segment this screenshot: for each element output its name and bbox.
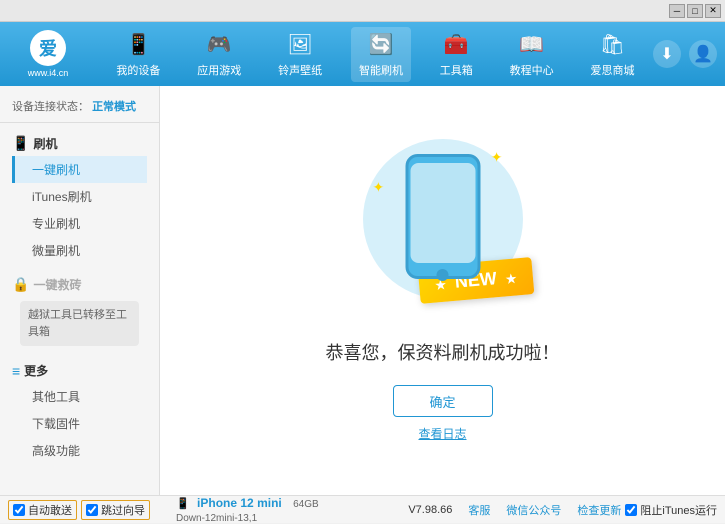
toolbox-icon: 🧰 — [442, 31, 470, 59]
nav-ringtone-label: 铃声壁纸 — [278, 62, 322, 78]
sparkle-1: ✦ — [491, 149, 503, 166]
check-update-link[interactable]: 检查更新 — [577, 502, 621, 518]
status-value: 正常模式 — [92, 101, 136, 113]
sidebar-other-tools[interactable]: 其他工具 — [12, 383, 147, 410]
rescue-info-box: 越狱工具已转移至工具箱 — [20, 301, 139, 346]
phone-home-button — [437, 269, 449, 281]
close-button[interactable]: ✕ — [705, 4, 721, 18]
nav-smart-flash[interactable]: 🔄 智能刷机 — [351, 27, 411, 82]
tutorials-icon: 📖 — [518, 31, 546, 59]
main-layout: 设备连接状态： 正常模式 📱 刷机 一键刷机 iTunes刷机 专业刷机 微量刷… — [0, 86, 725, 495]
nav-items: 📱 我的设备 🎮 应用游戏 🖼 铃声壁纸 🔄 智能刷机 🧰 工具箱 📖 教程中心… — [98, 27, 653, 82]
my-device-icon: 📱 — [124, 31, 152, 59]
device-info: 📱 iPhone 12 mini 64GB Down-12mini-13,1 — [168, 496, 408, 524]
logo-icon: 爱 — [30, 30, 66, 66]
apps-games-icon: 🎮 — [205, 31, 233, 59]
nav-apps-games[interactable]: 🎮 应用游戏 — [189, 27, 249, 82]
ringtone-icon: 🖼 — [286, 31, 314, 59]
title-bar: ─ □ ✕ — [0, 0, 725, 22]
logo[interactable]: 爱 www.i4.cn — [8, 30, 88, 78]
user-button[interactable]: 👤 — [689, 40, 717, 68]
sidebar-pro-flash[interactable]: 专业刷机 — [12, 210, 147, 237]
nav-apps-games-label: 应用游戏 — [197, 62, 241, 78]
smart-flash-icon: 🔄 — [367, 31, 395, 59]
flash-section-header: 📱 刷机 — [12, 131, 147, 156]
nav-tutorials[interactable]: 📖 教程中心 — [502, 27, 562, 82]
phone-body — [405, 154, 480, 279]
bottom-bar: 自动敢送 跳过向导 📱 iPhone 12 mini 64GB Down-12m… — [0, 495, 725, 523]
goto-log-link[interactable]: 查看日志 — [418, 425, 466, 442]
download-button[interactable]: ⬇ — [653, 40, 681, 68]
customer-service-link[interactable]: 客服 — [468, 502, 490, 518]
device-firmware: Down-12mini-13,1 — [176, 513, 257, 524]
device-phone-icon: 📱 — [176, 498, 190, 510]
nav-apple-store[interactable]: 🛍 爱思商城 — [582, 27, 642, 82]
checkbox-group: 自动敢送 跳过向导 — [8, 500, 150, 520]
content-area: ✦ ✦ ✦ NEW 恭喜您，保资料刷机成功啦！ 确定 查看日志 — [160, 86, 725, 495]
apple-store-icon: 🛍 — [598, 31, 626, 59]
success-illustration: ✦ ✦ ✦ NEW — [363, 139, 523, 319]
nav-ringtone[interactable]: 🖼 铃声壁纸 — [270, 27, 330, 82]
phone-screen — [410, 163, 475, 263]
nav-smart-flash-label: 智能刷机 — [359, 62, 403, 78]
sidebar-one-key-flash[interactable]: 一键刷机 — [12, 156, 147, 183]
stop-itunes: 阻止iTunes运行 — [625, 502, 717, 518]
rescue-section-header: 🔒 一键救砖 — [12, 272, 147, 297]
version-label: V7.98.66 — [408, 504, 452, 516]
phone-wrapper: ✦ ✦ ✦ NEW — [363, 139, 523, 319]
nav-my-device[interactable]: 📱 我的设备 — [108, 27, 168, 82]
sidebar-advanced[interactable]: 高级功能 — [12, 437, 147, 464]
nav-apple-store-label: 爱思商城 — [590, 62, 634, 78]
nav-toolbox-label: 工具箱 — [440, 62, 473, 78]
device-storage: 64GB — [293, 499, 319, 510]
nav-bar: 爱 www.i4.cn 📱 我的设备 🎮 应用游戏 🖼 铃声壁纸 🔄 智能刷机 … — [0, 22, 725, 86]
skip-wizard-input[interactable] — [86, 504, 98, 516]
sidebar-download-firmware[interactable]: 下载固件 — [12, 410, 147, 437]
stop-itunes-checkbox[interactable] — [625, 504, 637, 516]
maximize-button[interactable]: □ — [687, 4, 703, 18]
flash-section: 📱 刷机 一键刷机 iTunes刷机 专业刷机 微量刷机 — [0, 127, 159, 268]
stop-itunes-label: 阻止iTunes运行 — [640, 502, 717, 518]
confirm-button[interactable]: 确定 — [393, 385, 493, 417]
flash-section-label: 刷机 — [33, 135, 57, 152]
sidebar-itunes-flash[interactable]: iTunes刷机 — [12, 183, 147, 210]
success-text: 恭喜您，保资料刷机成功啦！ — [326, 339, 560, 365]
bottom-left: 自动敢送 跳过向导 — [8, 500, 168, 520]
more-label: 更多 — [24, 362, 48, 379]
wechat-public-link[interactable]: 微信公众号 — [506, 502, 561, 518]
nav-right: ⬇ 👤 — [653, 40, 717, 68]
flash-section-icon: 📱 — [12, 135, 29, 152]
minimize-button[interactable]: ─ — [669, 4, 685, 18]
sparkle-2: ✦ — [373, 179, 385, 196]
rescue-icon: 🔒 — [12, 276, 29, 293]
skip-wizard-checkbox[interactable]: 跳过向导 — [81, 500, 150, 520]
sidebar-micro-flash[interactable]: 微量刷机 — [12, 237, 147, 264]
bottom-right: V7.98.66 客服 微信公众号 检查更新 — [408, 502, 621, 518]
auto-send-checkbox[interactable]: 自动敢送 — [8, 500, 77, 520]
nav-tutorials-label: 教程中心 — [510, 62, 554, 78]
more-icon: ≡ — [12, 363, 20, 379]
device-name: iPhone 12 mini — [197, 496, 282, 510]
auto-send-input[interactable] — [13, 504, 25, 516]
sidebar: 设备连接状态： 正常模式 📱 刷机 一键刷机 iTunes刷机 专业刷机 微量刷… — [0, 86, 160, 495]
rescue-section: 🔒 一键救砖 越狱工具已转移至工具箱 — [0, 268, 159, 354]
nav-toolbox[interactable]: 🧰 工具箱 — [432, 27, 481, 82]
status-label: 设备连接状态： — [12, 101, 89, 113]
more-section: ≡ 更多 其他工具 下载固件 高级功能 — [0, 354, 159, 468]
rescue-label: 一键救砖 — [33, 276, 81, 293]
device-status: 设备连接状态： 正常模式 — [0, 94, 159, 123]
nav-my-device-label: 我的设备 — [116, 62, 160, 78]
logo-url: www.i4.cn — [28, 68, 69, 78]
more-section-header: ≡ 更多 — [12, 358, 147, 383]
